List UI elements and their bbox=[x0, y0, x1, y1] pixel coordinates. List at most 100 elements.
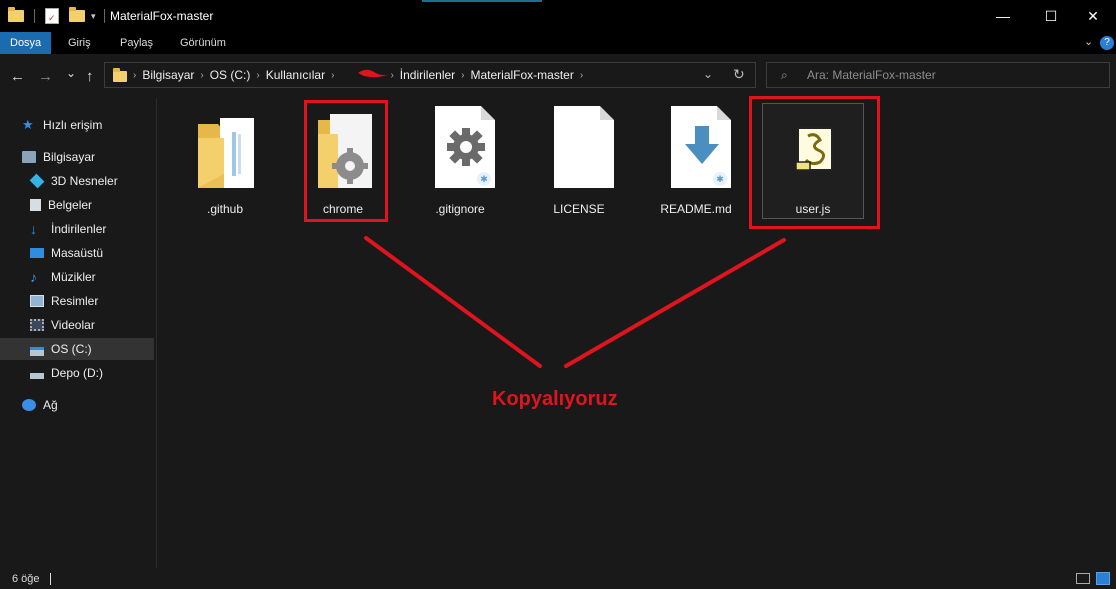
sidebar-item-label: Bilgisayar bbox=[43, 150, 96, 164]
chevron-right-icon: › bbox=[133, 69, 137, 81]
folder-icon bbox=[198, 118, 254, 188]
breadcrumb-item[interactable]: MaterialFox-master bbox=[471, 68, 574, 82]
sidebar-item-os-c[interactable]: OS (C:) bbox=[0, 338, 154, 360]
breadcrumb-item[interactable]: İndirilenler bbox=[400, 68, 455, 82]
address-bar[interactable]: › Bilgisayar › OS (C:) › Kullanıcılar › … bbox=[104, 62, 756, 88]
divider bbox=[34, 9, 35, 23]
download-arrow-icon: ↓ bbox=[30, 221, 37, 237]
ribbon-tabs: Dosya Giriş Paylaş Görünüm ⌄ ? bbox=[0, 32, 1116, 54]
chevron-right-icon: › bbox=[200, 69, 204, 81]
file-label: LICENSE bbox=[553, 202, 605, 216]
sidebar-item-label: Ağ bbox=[43, 398, 58, 412]
properties-icon[interactable]: ✓ bbox=[45, 8, 59, 24]
back-arrow-icon[interactable]: ← bbox=[10, 68, 25, 85]
arrow-line-left bbox=[364, 236, 542, 368]
sidebar-item-label: 3D Nesneler bbox=[51, 174, 118, 188]
breadcrumb-item[interactable]: Kullanıcılar bbox=[266, 68, 325, 82]
quick-access-toolbar: ✓ ▾ bbox=[8, 7, 105, 25]
desktop-icon bbox=[30, 248, 44, 258]
chevron-right-icon: › bbox=[461, 69, 465, 81]
navigation-pane: ★ Hızlı erişim Bilgisayar 3D Nesneler Be… bbox=[0, 98, 157, 568]
sidebar-item-label: OS (C:) bbox=[51, 342, 92, 356]
tab-dosya[interactable]: Dosya bbox=[0, 32, 52, 54]
recent-locations-icon[interactable]: ⌄ bbox=[66, 66, 76, 80]
drive-os-icon bbox=[30, 347, 44, 356]
help-icon[interactable]: ? bbox=[1100, 36, 1114, 50]
tab-gorunum[interactable]: Görünüm bbox=[180, 32, 226, 54]
annotation-text: Kopyalıyoruz bbox=[492, 388, 618, 410]
chevron-right-icon: › bbox=[256, 69, 260, 81]
highlight-box-chrome bbox=[304, 100, 388, 222]
folder-icon bbox=[113, 68, 127, 82]
customize-toolbar-icon[interactable]: ▾ bbox=[91, 11, 96, 22]
sidebar-item-3d-objects[interactable]: 3D Nesneler bbox=[0, 170, 184, 192]
address-dropdown-icon[interactable]: ⌄ bbox=[703, 67, 713, 81]
sidebar-item-desktop[interactable]: Masaüstü bbox=[0, 242, 184, 264]
large-icons-view-icon[interactable] bbox=[1096, 572, 1110, 585]
file-item-readme[interactable]: ✱ README.md bbox=[651, 104, 741, 222]
drive-icon bbox=[30, 372, 44, 379]
file-label: .github bbox=[206, 202, 244, 216]
sidebar-item-label: Hızlı erişim bbox=[43, 118, 103, 132]
download-file-icon: ✱ bbox=[663, 104, 731, 192]
window-title: MaterialFox-master bbox=[110, 9, 214, 23]
file-item-gitignore[interactable]: ✱ .gitignore bbox=[415, 104, 505, 222]
new-folder-icon[interactable] bbox=[69, 7, 85, 22]
divider bbox=[103, 9, 105, 23]
sidebar-item-pictures[interactable]: Resimler bbox=[0, 290, 184, 312]
sidebar-item-label: İndirilenler bbox=[51, 222, 107, 236]
pictures-icon bbox=[30, 295, 44, 307]
sidebar-item-videos[interactable]: Videolar bbox=[0, 314, 184, 336]
redaction-scribble bbox=[358, 69, 390, 78]
highlight-box-user-js bbox=[749, 96, 880, 229]
chevron-right-icon: › bbox=[331, 69, 335, 81]
tab-giris[interactable]: Giriş bbox=[68, 32, 91, 54]
sidebar-item-quick-access[interactable]: ★ Hızlı erişim bbox=[0, 114, 176, 136]
sidebar-item-music[interactable]: ♪ Müzikler bbox=[0, 266, 184, 288]
film-icon bbox=[30, 319, 44, 331]
title-accent bbox=[422, 0, 542, 2]
sidebar-item-label: Masaüstü bbox=[51, 246, 104, 260]
chevron-right-icon: › bbox=[579, 69, 584, 81]
file-item-github[interactable]: .github bbox=[180, 104, 270, 222]
up-arrow-icon[interactable]: ↑ bbox=[86, 68, 94, 85]
file-item-license[interactable]: LICENSE bbox=[534, 104, 624, 222]
title-bar: ✓ ▾ MaterialFox-master — ☐ ✕ bbox=[0, 0, 1116, 32]
forward-arrow-icon[interactable]: → bbox=[38, 68, 53, 85]
search-placeholder: Ara: MaterialFox-master bbox=[807, 68, 936, 82]
refresh-icon[interactable]: ↻ bbox=[733, 66, 745, 83]
sidebar-item-label: Müzikler bbox=[51, 270, 96, 284]
folder-icon bbox=[8, 7, 24, 22]
file-label: README.md bbox=[660, 202, 732, 216]
sidebar-item-label: Depo (D:) bbox=[51, 366, 104, 380]
sidebar-item-downloads[interactable]: ↓ İndirilenler bbox=[0, 218, 184, 240]
sidebar-item-documents[interactable]: Belgeler bbox=[0, 194, 184, 216]
arrow-line-right bbox=[564, 238, 786, 368]
sidebar-item-computer[interactable]: Bilgisayar bbox=[0, 146, 176, 168]
documents-icon bbox=[30, 199, 41, 211]
gear-file-icon: ✱ bbox=[427, 104, 495, 192]
star-icon: ★ bbox=[22, 117, 34, 132]
close-button[interactable]: ✕ bbox=[1070, 0, 1116, 32]
sidebar-item-label: Resimler bbox=[51, 294, 99, 308]
maximize-button[interactable]: ☐ bbox=[1028, 0, 1074, 32]
search-icon: ⌕ bbox=[781, 68, 788, 82]
breadcrumb-item[interactable]: OS (C:) bbox=[210, 68, 251, 82]
chevron-down-icon[interactable]: ⌄ bbox=[1084, 35, 1093, 48]
tab-paylas[interactable]: Paylaş bbox=[120, 32, 153, 54]
sidebar-item-depo-d[interactable]: Depo (D:) bbox=[0, 362, 184, 384]
network-icon bbox=[22, 399, 36, 411]
cube-3d-icon bbox=[29, 173, 45, 189]
sidebar-item-label: Videolar bbox=[51, 318, 95, 332]
blank-file-icon bbox=[546, 104, 614, 192]
breadcrumb-item[interactable]: Bilgisayar bbox=[142, 68, 194, 82]
status-bar: 6 öğe bbox=[0, 568, 1116, 589]
search-box[interactable]: ⌕ Ara: MaterialFox-master bbox=[766, 62, 1110, 88]
sidebar-item-network[interactable]: Ağ bbox=[0, 394, 176, 416]
minimize-button[interactable]: — bbox=[980, 0, 1026, 32]
item-count: 6 öğe bbox=[12, 573, 40, 585]
breadcrumb: › Bilgisayar › OS (C:) › Kullanıcılar › … bbox=[113, 63, 583, 87]
details-view-icon[interactable] bbox=[1076, 573, 1090, 584]
music-note-icon: ♪ bbox=[30, 269, 37, 285]
file-label: .gitignore bbox=[435, 202, 485, 216]
